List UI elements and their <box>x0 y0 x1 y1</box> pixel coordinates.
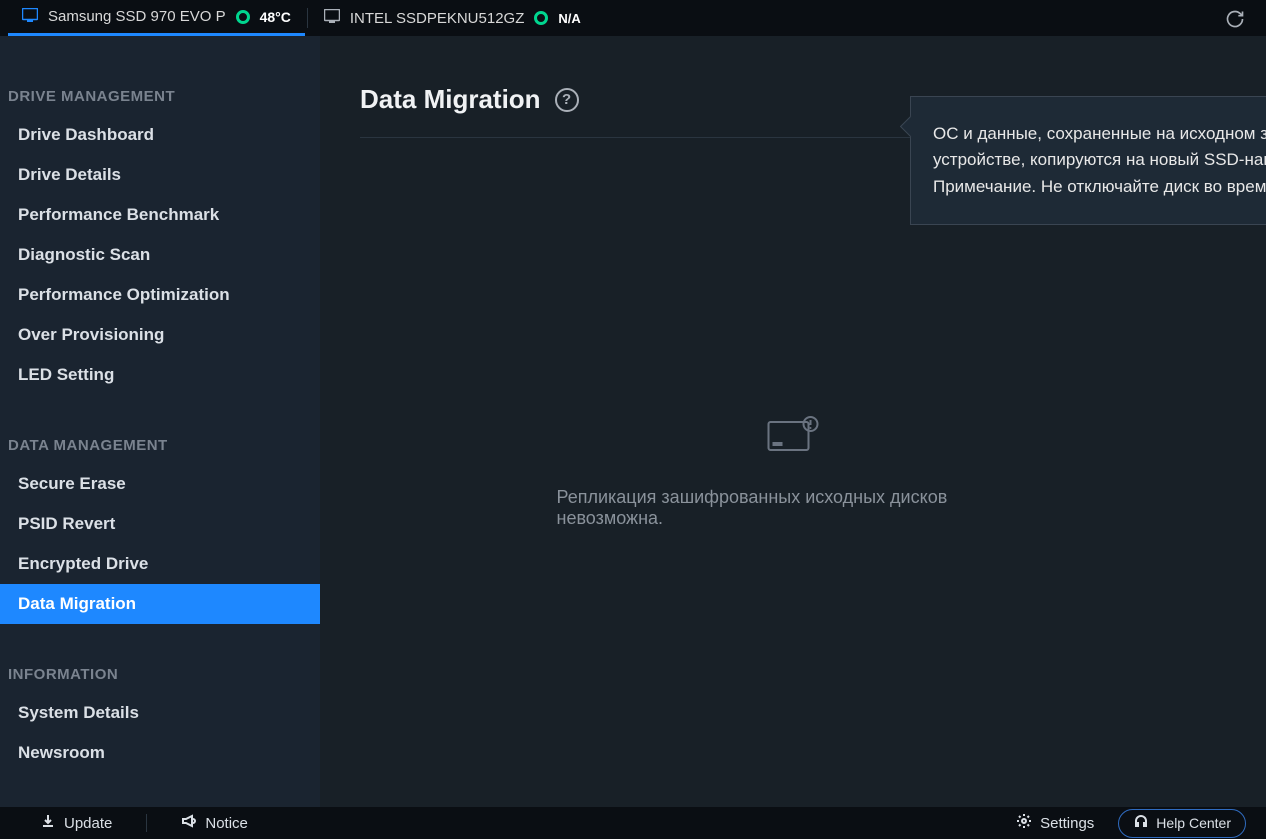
empty-state-message: Репликация зашифрованных исходных дисков… <box>557 487 1030 529</box>
drive-temp: 48°C <box>260 9 291 25</box>
update-label: Update <box>64 815 112 832</box>
settings-button[interactable]: Settings <box>1016 813 1094 833</box>
sidebar-group-data-management: DATA MANAGEMENT Secure Erase PSID Revert… <box>0 427 320 624</box>
sidebar-item-drive-details[interactable]: Drive Details <box>0 155 320 195</box>
empty-state: Репликация зашифрованных исходных дисков… <box>557 416 1030 529</box>
drive-tab-samsung[interactable]: Samsung SSD 970 EVO P 48°C <box>8 0 305 36</box>
sidebar-group-title: DRIVE MANAGEMENT <box>0 78 320 115</box>
drive-icon <box>22 8 38 26</box>
drive-tab-intel[interactable]: INTEL SSDPEKNU512GZ N/A <box>310 0 595 36</box>
sidebar: DRIVE MANAGEMENT Drive Dashboard Drive D… <box>0 36 320 839</box>
notice-button[interactable]: Notice <box>181 813 248 833</box>
main: DRIVE MANAGEMENT Drive Dashboard Drive D… <box>0 36 1266 839</box>
sidebar-group-drive-management: DRIVE MANAGEMENT Drive Dashboard Drive D… <box>0 78 320 395</box>
sidebar-item-performance-benchmark[interactable]: Performance Benchmark <box>0 195 320 235</box>
page-title: Data Migration <box>360 84 541 115</box>
tooltip: ОС и данные, сохраненные на исходном зап… <box>910 96 1266 225</box>
help-icon[interactable]: ? <box>555 88 579 112</box>
content: Data Migration ? ОС и данные, сохраненны… <box>320 36 1266 839</box>
status-circle-icon <box>534 11 548 25</box>
sidebar-item-data-migration[interactable]: Data Migration <box>0 584 320 624</box>
drive-na: N/A <box>558 11 580 26</box>
sidebar-item-performance-optimization[interactable]: Performance Optimization <box>0 275 320 315</box>
tab-separator <box>307 8 308 28</box>
help-center-label: Help Center <box>1156 815 1231 831</box>
sidebar-group-title: INFORMATION <box>0 656 320 693</box>
sidebar-group-information: INFORMATION System Details Newsroom <box>0 656 320 773</box>
sidebar-item-led-setting[interactable]: LED Setting <box>0 355 320 395</box>
headset-icon <box>1133 814 1149 833</box>
bottom-separator <box>146 814 147 832</box>
status-circle-icon <box>236 10 250 24</box>
notice-label: Notice <box>205 815 248 832</box>
update-button[interactable]: Update <box>40 813 112 833</box>
sidebar-item-encrypted-drive[interactable]: Encrypted Drive <box>0 544 320 584</box>
bottombar: Update Notice Settings Help Center <box>0 807 1266 839</box>
sidebar-item-secure-erase[interactable]: Secure Erase <box>0 464 320 504</box>
sidebar-item-psid-revert[interactable]: PSID Revert <box>0 504 320 544</box>
drive-warning-icon <box>766 416 820 461</box>
gear-icon <box>1016 813 1032 833</box>
drive-icon <box>324 9 340 27</box>
drive-name: Samsung SSD 970 EVO P <box>48 8 226 25</box>
sidebar-item-diagnostic-scan[interactable]: Diagnostic Scan <box>0 235 320 275</box>
sidebar-group-title: DATA MANAGEMENT <box>0 427 320 464</box>
sidebar-item-drive-dashboard[interactable]: Drive Dashboard <box>0 115 320 155</box>
sidebar-item-system-details[interactable]: System Details <box>0 693 320 733</box>
tooltip-text: ОС и данные, сохраненные на исходном зап… <box>933 121 1266 200</box>
drive-name: INTEL SSDPEKNU512GZ <box>350 10 525 27</box>
help-center-button[interactable]: Help Center <box>1118 809 1246 838</box>
settings-label: Settings <box>1040 815 1094 832</box>
sidebar-item-over-provisioning[interactable]: Over Provisioning <box>0 315 320 355</box>
topbar: Samsung SSD 970 EVO P 48°C INTEL SSDPEKN… <box>0 0 1266 36</box>
sidebar-item-newsroom[interactable]: Newsroom <box>0 733 320 773</box>
refresh-icon <box>1225 9 1245 29</box>
download-icon <box>40 813 56 833</box>
refresh-button[interactable] <box>1224 8 1246 30</box>
megaphone-icon <box>181 813 197 833</box>
